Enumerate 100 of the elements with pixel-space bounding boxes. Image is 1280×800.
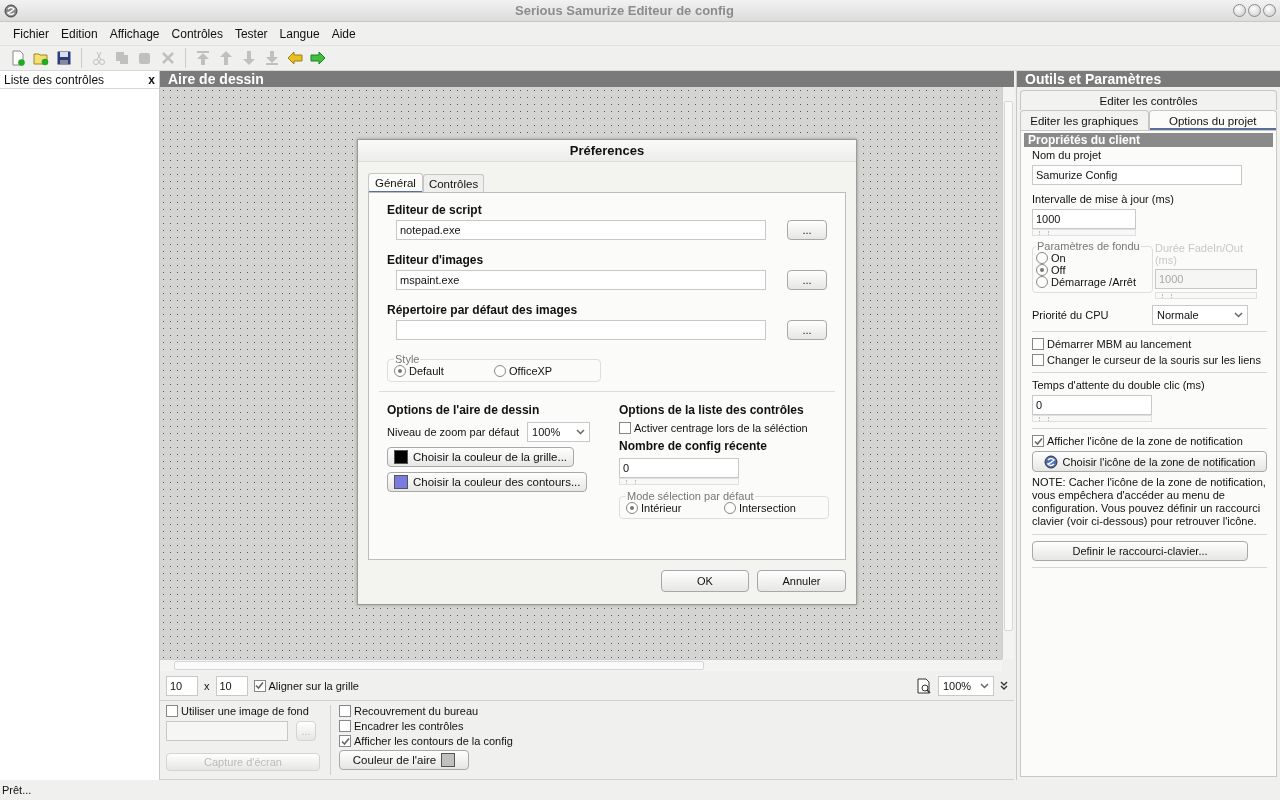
browse-button[interactable]: ... — [787, 270, 827, 290]
zoom-page-icon[interactable] — [916, 677, 932, 694]
tab[interactable]: Editer les contrôles — [1020, 90, 1277, 110]
radio-button[interactable] — [494, 365, 506, 377]
close-button[interactable]: x — [148, 72, 155, 87]
new-file-icon[interactable] — [10, 50, 26, 66]
menu-item[interactable]: Tester — [228, 24, 274, 43]
checkbox[interactable] — [339, 705, 351, 717]
caret-icon — [1234, 312, 1243, 318]
dialog-button[interactable]: OK — [661, 570, 749, 592]
arrow-right-icon[interactable] — [310, 50, 326, 66]
checkbox[interactable] — [1032, 435, 1044, 447]
app-logo-icon — [4, 3, 18, 18]
save-icon[interactable] — [56, 50, 72, 66]
panel-title: Liste des contrôles — [4, 72, 105, 87]
panel-title: Outils et Paramètres — [1025, 71, 1162, 87]
scroll-bar[interactable] — [1032, 415, 1152, 422]
menu-item[interactable]: Contrôles — [165, 24, 229, 43]
dialog-button[interactable]: Annuler — [757, 570, 846, 592]
section-label: Options de la liste des contrôles — [619, 403, 805, 417]
menu-item[interactable]: Langue — [273, 24, 326, 43]
number-field[interactable]: 0 — [619, 458, 739, 478]
radio-label: Intersection — [739, 502, 796, 514]
area-color-button[interactable]: Couleur de l'aire — [339, 750, 469, 770]
field-label: Temps d'attente du double clic (ms) — [1032, 379, 1206, 391]
menu-item[interactable]: Affichage — [103, 24, 166, 43]
group-label: Style — [394, 353, 421, 365]
double-chevron-icon[interactable] — [1000, 680, 1008, 691]
panel-title: Aire de dessin — [168, 71, 264, 87]
checkbox[interactable] — [1032, 354, 1044, 366]
field-label: Intervalle de mise à jour (ms) — [1032, 193, 1175, 205]
zoom-dropdown[interactable]: 100% — [938, 675, 994, 696]
radio-button[interactable] — [1036, 264, 1048, 276]
radio-label: On — [1051, 252, 1066, 264]
tab[interactable]: Options du projet — [1148, 110, 1277, 130]
tab[interactable]: Editer les graphiques — [1020, 110, 1149, 130]
color-button[interactable]: Choisir la couleur des contours... — [387, 472, 588, 492]
menu-item[interactable]: Edition — [55, 24, 104, 43]
radio-button[interactable] — [626, 502, 638, 514]
dialog-title: Préferences — [569, 143, 645, 158]
radio-button[interactable] — [1036, 252, 1048, 264]
checkbox-label: Encadrer les contrôles — [354, 720, 464, 732]
maximize-button[interactable] — [1248, 4, 1261, 17]
caret-icon — [980, 682, 989, 689]
status-text: Prêt... — [2, 784, 32, 796]
radio-button[interactable] — [394, 365, 406, 377]
caret-icon — [576, 429, 586, 435]
tray-icon-button[interactable]: Choisir l'icône de la zone de notification — [1032, 451, 1267, 472]
path-field[interactable]: mspaint.exe — [396, 270, 767, 290]
menu-item[interactable]: Aide — [325, 24, 362, 43]
checkbox[interactable] — [619, 422, 631, 434]
path-field[interactable] — [396, 320, 767, 340]
field-label: Nom du projet — [1032, 149, 1103, 161]
horizontal-scrollbar[interactable] — [160, 659, 1002, 671]
field-label: Priorité du CPU — [1032, 309, 1110, 321]
number-field[interactable]: 1000 — [1032, 209, 1136, 229]
path-field[interactable]: notepad.exe — [396, 220, 767, 240]
browse-button[interactable]: ... — [787, 220, 827, 240]
project-name-field[interactable]: Samurize Config — [1032, 165, 1242, 185]
checkbox[interactable] — [339, 720, 351, 732]
grid-height-field[interactable]: 10 — [215, 675, 248, 696]
checkbox-label: Recouvrement du bureau — [354, 705, 479, 717]
vertical-scrollbar[interactable] — [1002, 87, 1014, 659]
close-button[interactable] — [1263, 4, 1276, 17]
section-label: Editeur de script — [387, 203, 483, 217]
field-label: Niveau de zoom par défaut — [387, 426, 520, 438]
checkbox[interactable] — [339, 735, 351, 747]
checkbox-label: Démarrer MBM au lancement — [1047, 338, 1192, 350]
checkbox[interactable] — [1032, 338, 1044, 350]
group-label: Paramètres de fondu — [1036, 240, 1141, 252]
open-folder-icon[interactable] — [33, 50, 49, 66]
tab[interactable]: Général — [368, 173, 423, 193]
section-title: Propriétés du client — [1028, 133, 1141, 147]
scroll-bar[interactable] — [619, 478, 739, 485]
number-field[interactable]: 0 — [1032, 395, 1152, 415]
menu-item[interactable]: Fichier — [7, 24, 55, 43]
arrow-left-icon[interactable] — [287, 50, 303, 66]
radio-label: Démarrage /Arrêt — [1051, 276, 1136, 288]
zoom-dropdown[interactable]: 100% — [527, 422, 591, 442]
grid-width-field[interactable]: 10 — [166, 675, 198, 696]
image-path-field[interactable] — [166, 721, 288, 741]
checkbox-label: Changer le curseur de la souris sur les liens — [1047, 354, 1261, 366]
section-label: Options de l'aire de dessin — [387, 403, 541, 417]
group-label: Mode sélection par défaut — [626, 490, 755, 502]
radio-button[interactable] — [1036, 276, 1048, 288]
color-button[interactable]: Choisir la couleur de la grille... — [387, 447, 575, 467]
checkbox[interactable] — [166, 705, 178, 717]
checkbox-label: Afficher les contours de la config — [354, 735, 513, 747]
cpu-priority-dropdown[interactable]: Normale — [1152, 305, 1248, 325]
scroll-bar[interactable] — [1154, 292, 1257, 299]
checkbox-label: Aligner sur la grille — [268, 679, 359, 692]
checkbox[interactable] — [253, 679, 266, 692]
times-label: x — [204, 679, 210, 692]
hotkey-button[interactable]: Definir le raccourci-clavier... — [1032, 541, 1248, 561]
radio-label: Off — [1051, 264, 1066, 276]
browse-button[interactable]: ... — [787, 320, 827, 340]
tab[interactable]: Contrôles — [422, 174, 485, 192]
minimize-button[interactable] — [1233, 4, 1246, 17]
scroll-bar[interactable] — [1032, 229, 1136, 236]
radio-button[interactable] — [724, 502, 736, 514]
